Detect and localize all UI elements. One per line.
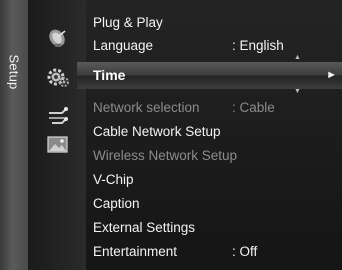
scroll-down-arrow-icon[interactable]: ▼ (294, 88, 301, 95)
menu-item-value: : Cable (232, 100, 275, 115)
menu-item-label: V-Chip (93, 172, 134, 187)
menu-item-external-settings[interactable]: External Settings (86, 216, 342, 239)
satellite-icon[interactable] (46, 27, 70, 49)
menu-item-label: Entertainment (93, 244, 178, 259)
menu-item-label: Network selection (93, 100, 200, 115)
image-icon[interactable] (46, 134, 70, 156)
network-icon[interactable] (46, 105, 70, 127)
menu-item-label: Wireless Network Setup (93, 148, 238, 163)
menu-item-language[interactable]: Language : English (86, 34, 342, 57)
scroll-up-arrow-icon[interactable]: ▲ (294, 54, 301, 61)
setup-menu: Setup Plug & Play Language: English ▲ T… (0, 0, 342, 270)
menu-item-label: External Settings (93, 220, 196, 235)
menu-item-network-selection: Network selection : Cable (86, 96, 342, 119)
menu-list: Plug & Play Language : English ▲ Time ► … (77, 0, 342, 270)
menu-item-v-chip[interactable]: V-Chip (86, 168, 342, 191)
setup-tab-label: Setup (6, 54, 22, 90)
category-icon-column (28, 0, 86, 270)
menu-item-label: Plug & Play (93, 15, 163, 30)
menu-item-label: Caption (93, 196, 140, 211)
menu-item-label: Time (93, 67, 126, 83)
menu-item-wireless-network-setup: Wireless Network Setup (86, 144, 342, 167)
gear-icon[interactable] (46, 66, 70, 88)
menu-item-label: Language (93, 38, 154, 53)
setup-side-tab[interactable]: Setup (0, 0, 28, 270)
menu-item-caption[interactable]: Caption (86, 192, 342, 215)
menu-item-entertainment[interactable]: Entertainment : Off (86, 240, 342, 263)
menu-item-cable-network-setup[interactable]: Cable Network Setup (86, 120, 342, 143)
chevron-right-icon: ► (326, 69, 337, 81)
menu-item-value: : Off (232, 244, 258, 259)
menu-item-value: : English (232, 38, 284, 53)
menu-item-label: Cable Network Setup (93, 124, 221, 139)
menu-item-plug-and-play[interactable]: Plug & Play (86, 11, 342, 34)
menu-item-time[interactable]: Time ► (77, 62, 342, 89)
